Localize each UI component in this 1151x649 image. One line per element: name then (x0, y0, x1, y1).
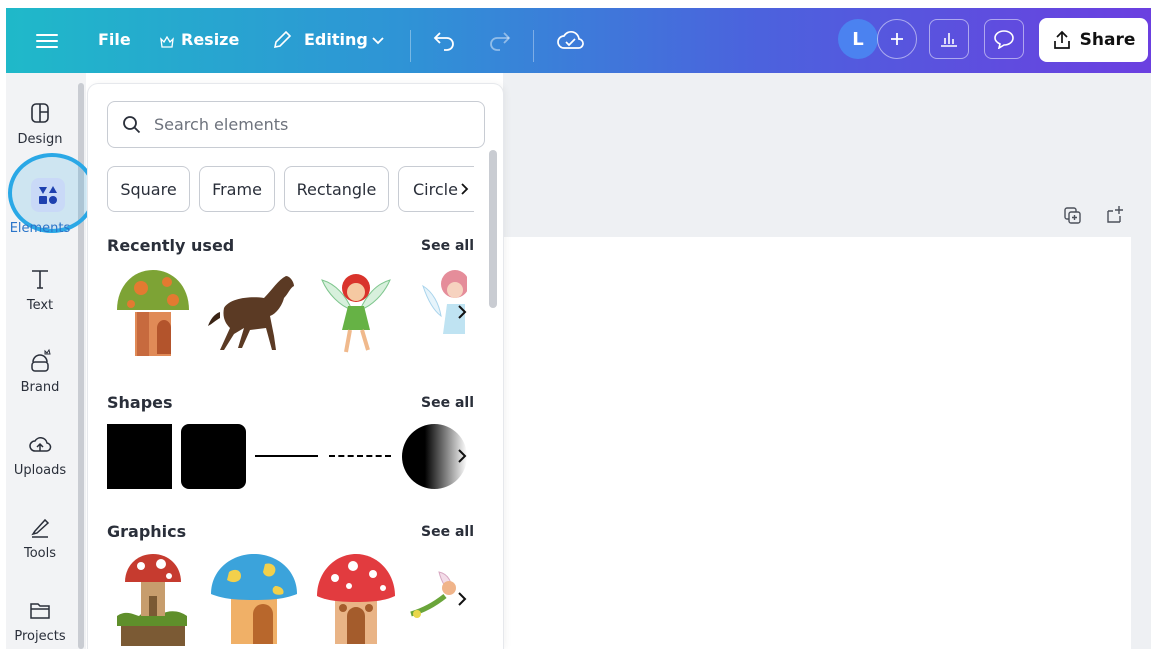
editing-mode-button[interactable]: Editing (304, 30, 368, 49)
recent-next-arrow-icon[interactable] (456, 304, 468, 320)
sidebar-item-label: Design (17, 132, 63, 147)
sidebar-item-label: Text (26, 298, 54, 313)
sidebar-item-label: Uploads (13, 463, 67, 478)
chip-frame[interactable]: Frame (199, 166, 275, 212)
shapes-next-arrow-icon[interactable] (456, 448, 468, 464)
red-hair-fairy-thumb[interactable] (316, 266, 396, 360)
pencil-icon (273, 30, 292, 49)
chip-circle[interactable]: Circle (398, 166, 474, 212)
comments-button[interactable] (984, 19, 1024, 59)
mushroom-stump-thumb[interactable] (111, 552, 195, 646)
search-icon (123, 115, 141, 133)
see-all-graphics-link[interactable]: See all (421, 524, 474, 540)
chip-label: Square (120, 179, 177, 199)
sidebar-item-elements-label-wrap[interactable]: Elements (0, 221, 82, 236)
chevron-right-icon[interactable] (460, 182, 470, 196)
design-layout-icon (31, 103, 49, 123)
shape-square[interactable] (107, 424, 172, 489)
sidebar-item-brand[interactable]: Brand (0, 348, 80, 395)
horse-thumb[interactable] (206, 272, 302, 356)
pen-tools-icon (31, 518, 50, 538)
avatar-initial: L (852, 28, 864, 50)
section-title-recent: Recently used (107, 236, 235, 255)
share-button[interactable]: Share (1039, 18, 1148, 62)
brand-kit-icon (31, 348, 51, 372)
search-elements-field[interactable] (107, 101, 485, 148)
folder-icon (30, 603, 50, 619)
chip-rectangle[interactable]: Rectangle (284, 166, 389, 212)
redo-icon[interactable] (486, 29, 512, 51)
sidebar-item-label: Projects (14, 629, 66, 644)
search-input[interactable] (154, 115, 454, 134)
sidebar-item-label: Elements (9, 221, 71, 236)
sidebar-item-text[interactable]: Text (0, 266, 80, 313)
panel-scrollbar[interactable] (489, 150, 497, 308)
menu-icon[interactable] (36, 30, 58, 50)
section-title-graphics: Graphics (107, 522, 187, 541)
elements-shapes-icon (39, 186, 57, 204)
sidebar-item-label: Tools (23, 546, 57, 561)
blue-mushroom-thumb[interactable] (209, 552, 299, 646)
undo-icon[interactable] (432, 29, 458, 51)
duplicate-page-icon[interactable] (1063, 206, 1083, 226)
sidebar-item-label: Brand (20, 380, 60, 395)
chip-label: Circle (413, 179, 458, 199)
chip-label: Rectangle (296, 179, 377, 199)
crown-icon (160, 36, 174, 48)
canva-editor: File Resize Editing L Share Design Eleme… (0, 0, 1151, 649)
comment-icon (994, 30, 1014, 49)
add-page-icon[interactable] (1104, 204, 1126, 226)
sidebar-item-design[interactable]: Design (0, 100, 80, 147)
share-upload-icon (1053, 30, 1070, 49)
plus-icon (891, 33, 903, 45)
see-all-recent-link[interactable]: See all (421, 238, 474, 254)
shape-rounded-square[interactable] (181, 424, 246, 489)
shape-solid-line[interactable] (255, 455, 318, 457)
design-page[interactable] (503, 237, 1131, 649)
resize-button[interactable]: Resize (181, 30, 239, 49)
share-label: Share (1079, 30, 1136, 50)
toolbar-divider (533, 30, 534, 62)
invite-collaborator-button[interactable] (877, 19, 917, 59)
cloud-check-icon[interactable] (556, 28, 584, 52)
sidebar-item-elements[interactable] (31, 178, 65, 212)
analytics-icon (941, 33, 957, 47)
section-title-shapes: Shapes (107, 393, 173, 412)
shape-dashed-line[interactable] (329, 455, 391, 457)
red-mushroom-thumb[interactable] (313, 552, 399, 646)
chip-label: Frame (212, 179, 262, 199)
file-menu-button[interactable]: File (98, 30, 131, 49)
see-all-shapes-link[interactable]: See all (421, 395, 474, 411)
cloud-upload-icon (29, 437, 52, 452)
insights-button[interactable] (929, 19, 969, 59)
top-toolbar: File Resize Editing L Share (6, 8, 1151, 73)
chevron-down-icon[interactable] (371, 36, 385, 46)
sidebar-item-uploads[interactable]: Uploads (0, 431, 80, 478)
text-t-icon (32, 270, 48, 289)
graphics-next-arrow-icon[interactable] (456, 591, 468, 607)
chip-square[interactable]: Square (107, 166, 190, 212)
mushroom-house-thumb[interactable] (113, 266, 193, 360)
user-avatar[interactable]: L (838, 19, 878, 59)
sidebar-item-tools[interactable]: Tools (0, 514, 80, 561)
sidebar-item-projects[interactable]: Projects (0, 597, 80, 644)
toolbar-divider (410, 30, 411, 62)
